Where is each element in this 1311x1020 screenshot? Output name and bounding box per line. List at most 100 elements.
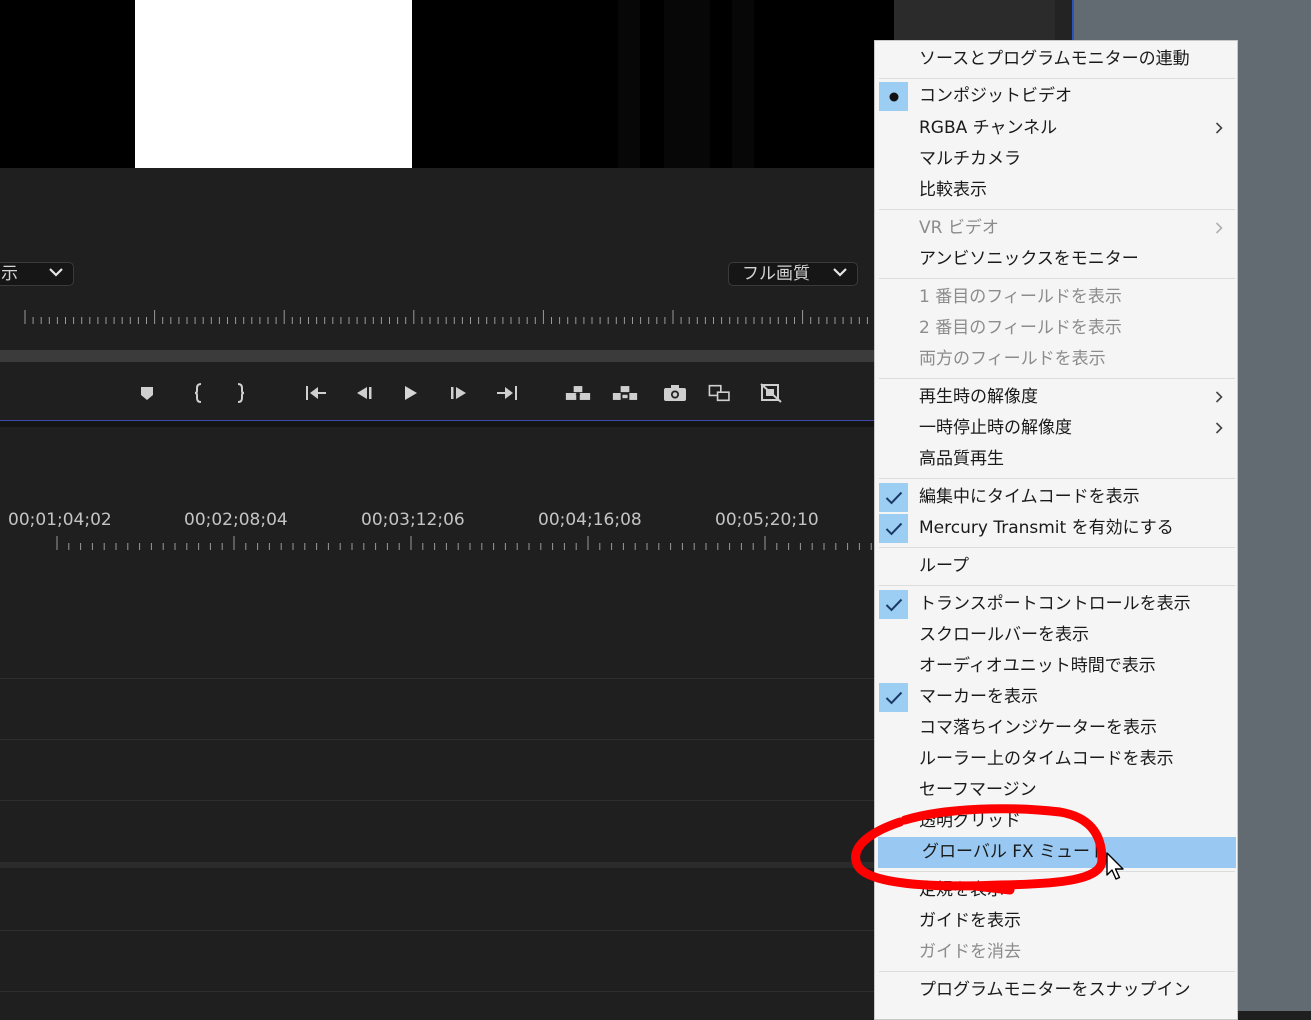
menu-item[interactable]: コマ落ちインジケーターを表示 <box>875 713 1237 744</box>
export-frame-icon[interactable] <box>662 380 688 406</box>
playback-quality-value: フル画質 <box>742 264 810 284</box>
menu-item[interactable]: グローバル FX ミュート <box>878 837 1236 868</box>
menu-item[interactable]: Mercury Transmit を有効にする <box>875 513 1237 544</box>
menu-item[interactable]: ルーラー上のタイムコードを表示 <box>875 744 1237 775</box>
proxy-toggle-icon[interactable] <box>758 380 784 406</box>
menu-item[interactable]: VR ビデオ <box>875 213 1237 244</box>
menu-item[interactable]: ガイドを表示 <box>875 906 1237 937</box>
menu-item[interactable]: ループ <box>875 551 1237 582</box>
timecode-label: 00;04;16;08 <box>538 510 642 530</box>
zoom-level-dropdown[interactable]: 示 <box>0 262 74 286</box>
menu-item[interactable]: プログラムモニターをスナップイン <box>875 975 1237 1006</box>
video-audio-divider[interactable] <box>0 862 874 868</box>
menu-item[interactable]: 両方のフィールドを表示 <box>875 344 1237 375</box>
mouse-pointer-icon <box>1106 852 1128 886</box>
menu-separator <box>879 478 1235 479</box>
go-to-in-icon[interactable] <box>303 380 329 406</box>
mark-in-icon[interactable] <box>185 380 211 406</box>
playback-quality-dropdown[interactable]: フル画質 <box>728 262 858 286</box>
menu-item[interactable]: 定規を表示 <box>875 875 1237 906</box>
marker-icon[interactable] <box>134 380 160 406</box>
checkmark-icon <box>879 683 908 712</box>
menu-item[interactable]: 比較表示 <box>875 175 1237 206</box>
menu-item[interactable]: トランスポートコントロールを表示 <box>875 589 1237 620</box>
menu-item-label: 編集中にタイムコードを表示 <box>919 487 1140 507</box>
play-icon[interactable] <box>397 380 423 406</box>
menu-separator <box>879 547 1235 548</box>
menu-item-label: 高品質再生 <box>919 449 1004 469</box>
checkmark-icon <box>879 514 908 543</box>
menu-item[interactable]: スクロールバーを表示 <box>875 620 1237 651</box>
menu-item-label: ソースとプログラムモニターの連動 <box>919 49 1190 69</box>
menu-separator <box>879 971 1235 972</box>
menu-item-label: マーカーを表示 <box>919 687 1038 707</box>
menu-item-label: 定規を表示 <box>919 880 1004 900</box>
menu-item-label: コマ落ちインジケーターを表示 <box>919 718 1157 738</box>
menu-item-label: プログラムモニターをスナップイン <box>919 980 1191 1000</box>
menu-item[interactable]: 高品質再生 <box>875 444 1237 475</box>
zoom-level-value: 示 <box>1 264 18 284</box>
insert-icon[interactable] <box>565 380 591 406</box>
chevron-down-icon <box>833 262 847 286</box>
menu-item-label: オーディオユニット時間で表示 <box>919 656 1156 676</box>
menu-item-label: ガイドを表示 <box>919 911 1021 931</box>
menu-item-label: グローバル FX ミュート <box>922 842 1108 862</box>
menu-item[interactable]: コンポジットビデオ <box>875 81 1237 112</box>
menu-separator <box>879 78 1235 79</box>
mark-out-icon[interactable] <box>228 380 254 406</box>
timeline-timecode-ruler: 00;01;04;02 00;02;08;04 00;03;12;06 00;0… <box>0 510 874 534</box>
menu-item-label: RGBA チャンネル <box>919 118 1058 138</box>
menu-item[interactable]: ソースとプログラムモニターの連動 <box>875 44 1237 75</box>
overwrite-icon[interactable] <box>612 380 638 406</box>
menu-item[interactable]: 再生時の解像度 <box>875 382 1237 413</box>
menu-item-label: マルチカメラ <box>919 149 1021 169</box>
menu-item[interactable]: マルチカメラ <box>875 144 1237 175</box>
menu-item[interactable]: オーディオユニット時間で表示 <box>875 651 1237 682</box>
menu-separator <box>879 378 1235 379</box>
menu-item[interactable]: 2 番目のフィールドを表示 <box>875 313 1237 344</box>
step-forward-icon[interactable] <box>446 380 472 406</box>
track-divider <box>0 678 874 679</box>
track-divider <box>0 800 874 801</box>
comparison-view-icon[interactable] <box>707 380 733 406</box>
go-to-out-icon[interactable] <box>494 380 520 406</box>
menu-item-label: ルーラー上のタイムコードを表示 <box>919 749 1174 769</box>
menu-item-label: ガイドを消去 <box>919 942 1021 962</box>
menu-item[interactable]: ガイドを消去 <box>875 937 1237 968</box>
video-frame <box>135 0 412 168</box>
menu-separator <box>879 871 1235 872</box>
chevron-right-icon <box>1215 113 1223 144</box>
menu-item[interactable]: 編集中にタイムコードを表示 <box>875 482 1237 513</box>
menu-item[interactable]: 一時停止時の解像度 <box>875 413 1237 444</box>
menu-item-label: 1 番目のフィールドを表示 <box>919 287 1122 307</box>
menu-item-label: 再生時の解像度 <box>919 387 1038 407</box>
chevron-right-icon <box>1215 213 1223 244</box>
menu-item[interactable]: マーカーを表示 <box>875 682 1237 713</box>
track-divider <box>0 930 874 931</box>
menu-item-label: 両方のフィールドを表示 <box>919 349 1106 369</box>
menu-item-label: 透明グリッド <box>919 811 1021 831</box>
menu-item-label: 一時停止時の解像度 <box>919 418 1072 438</box>
menu-item-label: 2 番目のフィールドを表示 <box>919 318 1122 338</box>
track-divider <box>0 739 874 740</box>
menu-item[interactable]: セーフマージン <box>875 775 1237 806</box>
track-divider <box>0 991 874 992</box>
menu-item-label: Mercury Transmit を有効にする <box>919 518 1174 538</box>
timecode-label: 00;05;20;10 <box>715 510 819 530</box>
checkmark-icon <box>879 483 908 512</box>
menu-item-label: トランスポートコントロールを表示 <box>919 594 1191 614</box>
menu-item[interactable]: アンビソニックスをモニター <box>875 244 1237 275</box>
menu-item[interactable]: 1 番目のフィールドを表示 <box>875 282 1237 313</box>
chevron-down-icon <box>49 262 63 286</box>
menu-separator <box>879 209 1235 210</box>
monitor-context-menu: ソースとプログラムモニターの連動 コンポジットビデオ RGBA チャンネル マルチカメ… <box>874 40 1238 1020</box>
menu-item[interactable]: 透明グリッド <box>875 806 1237 837</box>
menu-item-label: VR ビデオ <box>919 218 999 238</box>
monitor-zoom-scrollbar[interactable] <box>0 350 874 362</box>
menu-item[interactable]: RGBA チャンネル <box>875 113 1237 144</box>
timeline-ruler[interactable] <box>0 536 874 550</box>
step-back-icon[interactable] <box>351 380 377 406</box>
menu-item-label: コンポジットビデオ <box>919 86 1072 106</box>
menu-item-label: スクロールバーを表示 <box>919 625 1089 645</box>
monitor-ruler[interactable] <box>0 310 874 324</box>
